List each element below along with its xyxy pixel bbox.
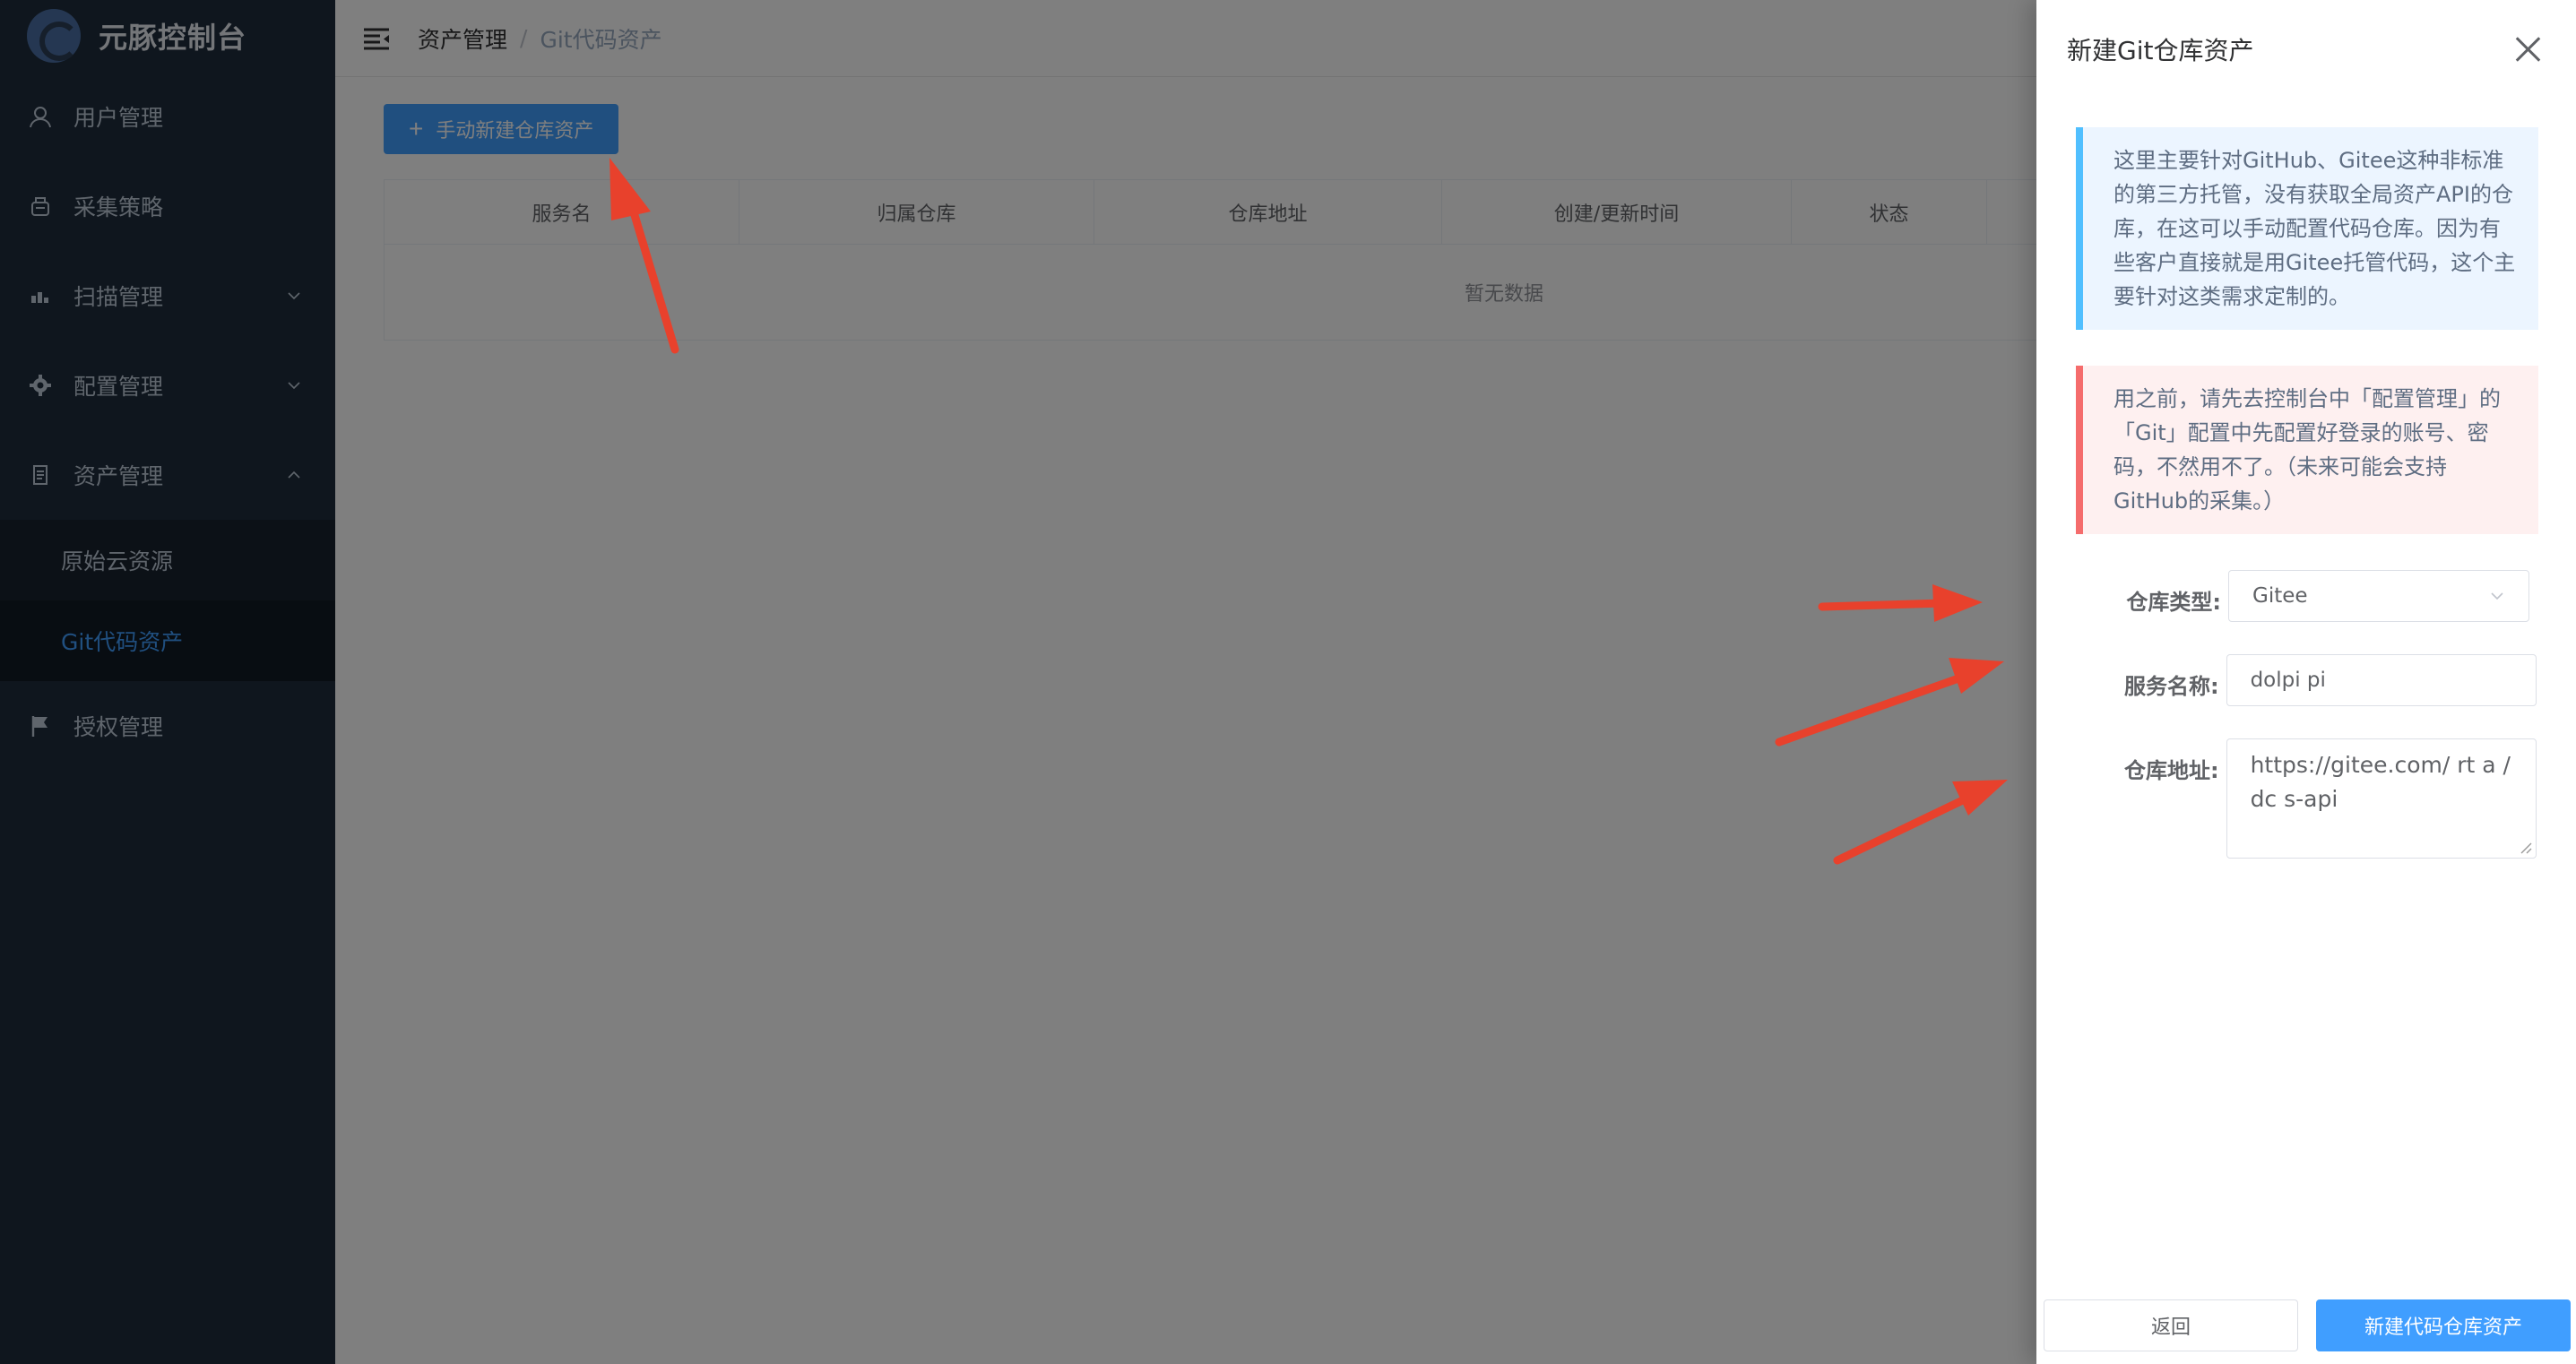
back-button-label: 返回: [2150, 1317, 2191, 1339]
warning-alert: 用之前，请先去控制台中「配置管理」的「Git」配置中先配置好登录的账号、密码，不…: [2076, 366, 2538, 534]
new-repo-drawer: 新建Git仓库资产 这里主要针对GitHub、Gitee这种非标准的第三方托管，…: [2036, 0, 2576, 1364]
repo-url-textarea[interactable]: https://gitee.com/ rt a /dc s-api: [2226, 738, 2537, 859]
drawer-header: 新建Git仓库资产: [2036, 0, 2576, 99]
info-alert-text: 这里主要针对GitHub、Gitee这种非标准的第三方托管，没有获取全局资产AP…: [2114, 148, 2516, 309]
create-repo-asset-button[interactable]: 新建代码仓库资产: [2316, 1299, 2571, 1351]
back-button[interactable]: 返回: [2044, 1299, 2298, 1351]
repo-type-value: Gitee: [2252, 584, 2308, 608]
service-name-label: 服务名称:: [2123, 674, 2219, 699]
warning-alert-text: 用之前，请先去控制台中「配置管理」的「Git」配置中先配置好登录的账号、密码，不…: [2114, 386, 2501, 514]
service-name-value: dolpi pi: [2250, 669, 2326, 692]
info-alert: 这里主要针对GitHub、Gitee这种非标准的第三方托管，没有获取全局资产AP…: [2076, 127, 2538, 330]
close-icon[interactable]: [2515, 37, 2540, 62]
drawer-title: 新建Git仓库资产: [2067, 36, 2254, 65]
repo-type-label: 仓库类型:: [2126, 590, 2221, 615]
repo-type-select[interactable]: Gitee: [2228, 570, 2529, 622]
service-name-input[interactable]: dolpi pi: [2226, 654, 2537, 706]
form-row-repo-url: 仓库地址: https://gitee.com/ rt a /dc s-api: [2105, 738, 2537, 859]
repo-form: 仓库类型: Gitee 服务名称: dolpi pi 仓库地址: https:/…: [2036, 570, 2576, 859]
form-row-service-name: 服务名称: dolpi pi: [2105, 654, 2537, 706]
create-repo-asset-label: 新建代码仓库资产: [2364, 1317, 2522, 1339]
chevron-down-icon: [2491, 592, 2503, 600]
form-row-repo-type: 仓库类型: Gitee: [2105, 570, 2537, 622]
drawer-footer: 返回 新建代码仓库资产: [2044, 1299, 2571, 1351]
resize-handle-icon[interactable]: [2518, 840, 2532, 854]
repo-url-value: https://gitee.com/ rt a /dc s-api: [2250, 752, 2511, 812]
repo-url-label: 仓库地址:: [2123, 758, 2219, 783]
